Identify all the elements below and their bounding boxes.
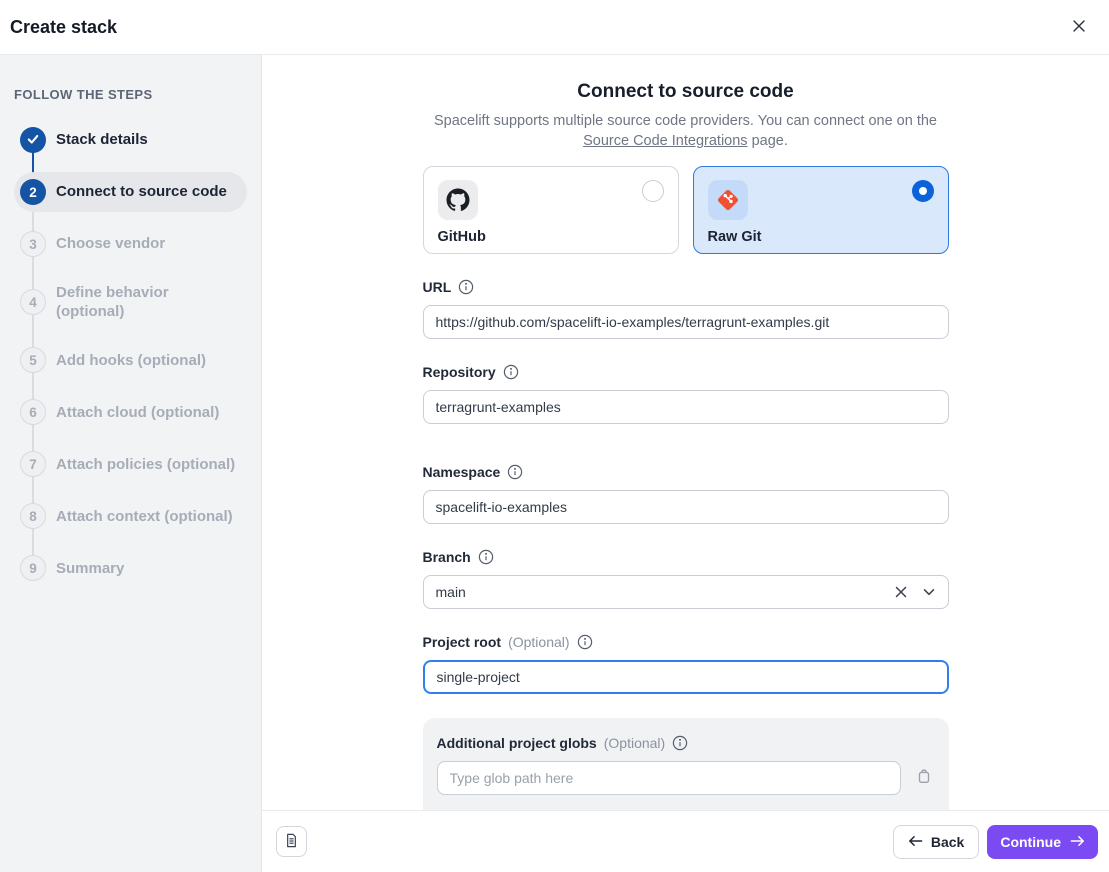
glob-path-input[interactable] (437, 761, 901, 795)
sidebar-step-summary[interactable]: 9 Summary (14, 548, 247, 588)
step-circle: 5 (20, 347, 46, 373)
steps-sidebar: FOLLOW THE STEPS Stack details 2 Connect… (0, 55, 262, 872)
step-label: Stack details (56, 130, 148, 149)
info-icon[interactable] (672, 735, 688, 751)
field-label-text: Additional project globs (437, 735, 597, 751)
provider-card-github[interactable]: GitHub (423, 166, 679, 254)
field-label-text: Namespace (423, 464, 501, 480)
close-icon (1071, 18, 1087, 37)
step-circle: 8 (20, 503, 46, 529)
subtitle-text: Spacelift supports multiple source code … (434, 113, 937, 129)
check-icon (26, 132, 40, 149)
provider-radio-raw-git[interactable] (912, 180, 934, 202)
field-label-text: Repository (423, 364, 496, 380)
sidebar-step-connect-source-code[interactable]: 2 Connect to source code (14, 172, 247, 212)
sidebar-step-stack-details[interactable]: Stack details (14, 120, 247, 160)
documentation-button[interactable] (276, 826, 307, 857)
field-namespace: Namespace (423, 464, 949, 524)
modal-title: Create stack (10, 17, 117, 38)
source-code-integrations-link[interactable]: Source Code Integrations (583, 133, 747, 149)
field-label-text: Branch (423, 549, 471, 565)
provider-card-raw-git[interactable]: Raw Git (693, 166, 949, 254)
step-label: Attach policies (optional) (56, 455, 235, 474)
optional-tag: (Optional) (604, 735, 665, 751)
project-root-input[interactable] (423, 660, 949, 694)
sidebar-step-attach-policies[interactable]: 7 Attach policies (optional) (14, 444, 247, 484)
arrow-left-icon (908, 834, 923, 850)
step-circle: 4 (20, 289, 46, 315)
branch-select[interactable]: main (423, 575, 949, 609)
field-branch: Branch main (423, 549, 949, 609)
info-icon[interactable] (507, 464, 523, 480)
continue-button[interactable]: Continue (987, 825, 1098, 859)
close-button[interactable] (1065, 13, 1093, 41)
step-circle: 3 (20, 231, 46, 257)
x-clear-icon[interactable] (894, 585, 908, 599)
field-label-text: Project root (423, 634, 502, 650)
provider-options: GitHub (423, 166, 949, 254)
field-repository: Repository (423, 364, 949, 424)
info-icon[interactable] (478, 549, 494, 565)
sidebar-step-attach-context[interactable]: 8 Attach context (optional) (14, 496, 247, 536)
step-label: Attach context (optional) (56, 507, 233, 526)
github-icon (438, 180, 478, 220)
field-project-root: Project root (Optional) (423, 634, 949, 694)
arrow-right-icon (1070, 834, 1085, 850)
subtitle-text: page. (748, 133, 788, 149)
sidebar-step-attach-cloud[interactable]: 6 Attach cloud (optional) (14, 392, 247, 432)
main-panel: Connect to source code Spacelift support… (262, 55, 1109, 872)
document-icon (283, 832, 300, 852)
wizard-footer: Back Continue (262, 810, 1109, 872)
step-label: Define behavior (optional) (56, 283, 237, 321)
stepper: Stack details 2 Connect to source code 3… (14, 120, 247, 588)
url-input[interactable] (423, 305, 949, 339)
git-icon (708, 180, 748, 220)
step-label: Summary (56, 559, 124, 578)
info-icon[interactable] (503, 364, 519, 380)
step-content: Connect to source code Spacelift support… (262, 55, 1109, 810)
provider-name: Raw Git (708, 229, 934, 245)
sidebar-step-choose-vendor[interactable]: 3 Choose vendor (14, 224, 247, 264)
back-button-label: Back (931, 834, 964, 850)
create-stack-modal: Create stack FOLLOW THE STEPS (0, 0, 1109, 872)
field-label-text: URL (423, 279, 452, 295)
branch-select-value: main (436, 584, 894, 600)
step-circle-completed (20, 127, 46, 153)
optional-tag: (Optional) (508, 634, 569, 650)
page-subtitle: Spacelift supports multiple source code … (423, 111, 949, 152)
sidebar-step-add-hooks[interactable]: 5 Add hooks (optional) (14, 340, 247, 380)
namespace-input[interactable] (423, 490, 949, 524)
provider-radio-github[interactable] (642, 180, 664, 202)
page-title: Connect to source code (423, 81, 949, 103)
step-circle: 9 (20, 555, 46, 581)
step-label: Attach cloud (optional) (56, 403, 219, 422)
modal-header: Create stack (0, 0, 1109, 55)
step-circle-current: 2 (20, 179, 46, 205)
back-button[interactable]: Back (893, 825, 979, 859)
continue-button-label: Continue (1000, 834, 1061, 850)
field-url: URL (423, 279, 949, 339)
step-label: Add hooks (optional) (56, 351, 206, 370)
info-icon[interactable] (458, 279, 474, 295)
provider-name: GitHub (438, 229, 664, 245)
info-icon[interactable] (577, 634, 593, 650)
step-label: Connect to source code (56, 182, 227, 201)
sidebar-heading: FOLLOW THE STEPS (14, 87, 247, 102)
step-circle: 6 (20, 399, 46, 425)
chevron-down-icon[interactable] (922, 585, 936, 599)
sidebar-step-define-behavior[interactable]: 4 Define behavior (optional) (14, 276, 247, 328)
step-circle: 7 (20, 451, 46, 477)
delete-glob-button[interactable] (913, 767, 935, 788)
repository-input[interactable] (423, 390, 949, 424)
step-label: Choose vendor (56, 234, 165, 253)
trash-icon (915, 767, 933, 788)
additional-project-globs-panel: Additional project globs (Optional) (423, 718, 949, 810)
